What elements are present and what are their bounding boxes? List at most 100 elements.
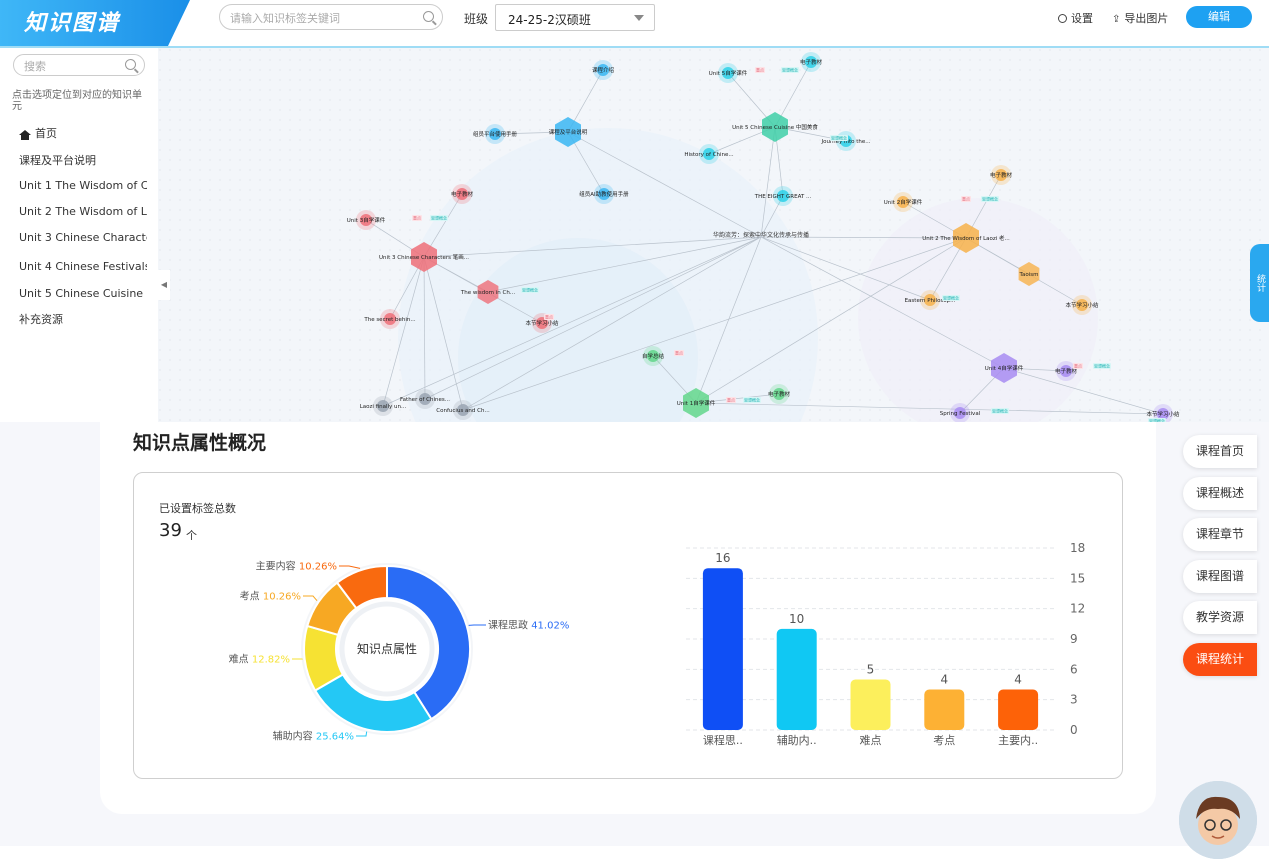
nav-course-statistics[interactable]: 课程统计 — [1183, 643, 1257, 676]
graph-tag-label: 重点 — [675, 350, 683, 356]
nav-course-graph[interactable]: 课程图谱 — [1183, 560, 1257, 593]
graph-node-label: 电子教材 — [451, 190, 474, 198]
graph-tag-label: 重点 — [727, 397, 735, 403]
sidebar-item-unit-3[interactable]: Unit 3 Chinese Characters — [19, 231, 147, 244]
graph-node-label: Unit 3自学课件 — [347, 216, 386, 224]
app-logo: 知识图谱 — [24, 5, 120, 37]
graph-node-label: 组员AI助教使用手册 — [579, 190, 629, 198]
graph-tag: 思想概念 — [521, 287, 539, 294]
knowledge-search-box[interactable] — [219, 4, 443, 30]
graph-node-label: Unit 2 The Wisdom of Laozi 老... — [922, 234, 1010, 242]
sidebar-item-unit-5[interactable]: Unit 5 Chinese Cuisine 中国 — [19, 285, 147, 301]
graph-tag-label: 重点 — [962, 196, 970, 202]
graph-tag: 思想概念 — [430, 215, 448, 222]
graph-tag-label: 重点 — [1074, 363, 1082, 369]
graph-tag: 思想概念 — [781, 67, 799, 74]
edit-button[interactable]: 编辑 — [1186, 6, 1252, 28]
sidebar-item-home[interactable]: 首页 — [19, 125, 147, 141]
graph-node-label: 本节学习小结 — [525, 319, 559, 327]
graph-node-label: 电子教材 — [768, 390, 791, 398]
graph-node-label: 电子教材 — [800, 58, 823, 66]
sidebar-hint: 点击选项定位到对应的知识单元 — [12, 90, 148, 112]
stats-box — [133, 472, 1123, 779]
graph-node-label: 组员平台使用手册 — [473, 130, 518, 138]
graph-node-label: Laozi finally un... — [360, 404, 407, 410]
nav-teaching-resources[interactable]: 教学资源 — [1183, 601, 1257, 634]
sidebar-item-unit-1[interactable]: Unit 1 The Wisdom of Con — [19, 179, 147, 192]
avatar-image — [1179, 781, 1257, 859]
sidebar-item-unit-4[interactable]: Unit 4 Chinese Festivals 缤 — [19, 258, 147, 274]
sidebar-item-supplement[interactable]: 补充资源 — [19, 311, 147, 327]
graph-node-label: Unit 2自学课件 — [884, 198, 923, 206]
graph-node-label: Unit 4自学课件 — [985, 364, 1024, 372]
knowledge-search-input[interactable] — [228, 8, 422, 28]
export-image-button[interactable]: ⇪ 导出图片 — [1112, 10, 1168, 26]
graph-tag: 思想概念 — [743, 397, 761, 404]
sidebar-search-box[interactable] — [13, 54, 145, 76]
graph-node-label: History of Chine... — [684, 152, 734, 158]
total-tags-unit: 个 — [186, 527, 197, 543]
graph-tag: 思想概念 — [991, 408, 1009, 415]
nav-course-home[interactable]: 课程首页 — [1183, 435, 1257, 468]
collapse-sidebar-button[interactable]: ◀ — [158, 270, 170, 300]
class-select-value: 24-25-2汉硕班 — [508, 11, 591, 28]
home-icon — [19, 130, 31, 135]
graph-tag-label: 重点 — [756, 67, 764, 73]
assistant-avatar[interactable] — [1179, 781, 1257, 859]
stat-tab[interactable]: 统计 — [1250, 244, 1269, 322]
graph-tag-label: 思想概念 — [943, 295, 959, 301]
settings-label: 设置 — [1071, 12, 1093, 25]
knowledge-graph-canvas[interactable]: 华韵流芳：探索中华文化传承与传播课程介绍课程及平台说明组员平台使用手册组员AI助… — [158, 48, 1269, 422]
graph-tag: 思想概念 — [981, 196, 999, 203]
class-label: 班级 — [464, 10, 488, 27]
total-tags-value: 39 — [159, 520, 182, 541]
export-icon: ⇪ — [1112, 14, 1120, 25]
nav-course-chapters[interactable]: 课程章节 — [1183, 518, 1257, 551]
graph-node-label: 自学总结 — [642, 352, 665, 360]
graph-tag: 思想概念 — [830, 135, 848, 142]
graph-node-label: Taoism — [1019, 272, 1039, 278]
sidebar-item-label: 首页 — [35, 127, 57, 140]
graph-node-label: Father of Chines... — [400, 397, 450, 403]
graph-node-label: 课程及平台说明 — [549, 128, 588, 136]
graph-tag-label: 思想概念 — [1094, 363, 1110, 369]
search-icon[interactable] — [125, 59, 136, 70]
graph-node-label: THE EIGHT GREAT ... — [754, 194, 812, 200]
graph-tag: 重点 — [412, 215, 422, 222]
graph-tag: 重点 — [961, 196, 971, 203]
graph-tag: 重点 — [726, 397, 736, 404]
graph-node-label: The wisdom in Ch... — [460, 290, 515, 296]
sidebar-item-unit-2[interactable]: Unit 2 The Wisdom of Lao — [19, 205, 147, 218]
graph-node-label: Unit 3 Chinese Characters 笔画... — [379, 253, 469, 261]
top-bar: 知识图谱 班级 24-25-2汉硕班 设置 ⇪ 导出图片 编辑 — [0, 0, 1269, 48]
graph-tag-label: 思想概念 — [522, 287, 538, 293]
section-title: 知识点属性概况 — [133, 428, 266, 455]
graph-tag: 思想概念 — [1093, 363, 1111, 370]
graph-node-label: 本节学习小结 — [1065, 301, 1099, 309]
search-icon[interactable] — [423, 11, 434, 22]
graph-tag-label: 思想概念 — [982, 196, 998, 202]
graph-tag-label: 思想概念 — [744, 397, 760, 403]
gear-icon — [1058, 14, 1067, 23]
graph-node-label: 电子教材 — [990, 171, 1013, 179]
class-select[interactable]: 24-25-2汉硕班 — [495, 4, 655, 31]
graph-svg[interactable]: 华韵流芳：探索中华文化传承与传播课程介绍课程及平台说明组员平台使用手册组员AI助… — [158, 48, 1269, 422]
graph-tag: 重点 — [674, 350, 684, 357]
graph-tag: 重点 — [544, 314, 554, 321]
graph-node-label: 本节学习小结 — [1146, 410, 1180, 418]
graph-node-label: Unit 5自学课件 — [709, 69, 748, 77]
graph-tag-label: 思想概念 — [782, 67, 798, 73]
sidebar-search-input[interactable] — [22, 57, 121, 75]
export-label: 导出图片 — [1124, 12, 1168, 25]
settings-button[interactable]: 设置 — [1058, 10, 1093, 26]
graph-center-label[interactable]: 华韵流芳：探索中华文化传承与传播 — [713, 231, 809, 239]
graph-tag: 重点 — [1073, 363, 1083, 370]
graph-node-label: The secret behin... — [363, 317, 416, 323]
graph-tag-label: 重点 — [413, 215, 421, 221]
graph-tag-label: 思想概念 — [831, 135, 847, 141]
sidebar-item-course-intro[interactable]: 课程及平台说明 — [19, 152, 147, 168]
graph-node-label: Spring Festival — [940, 411, 981, 417]
graph-tag: 重点 — [755, 67, 765, 74]
graph-tag-label: 思想概念 — [992, 408, 1008, 414]
nav-course-overview[interactable]: 课程概述 — [1183, 477, 1257, 510]
